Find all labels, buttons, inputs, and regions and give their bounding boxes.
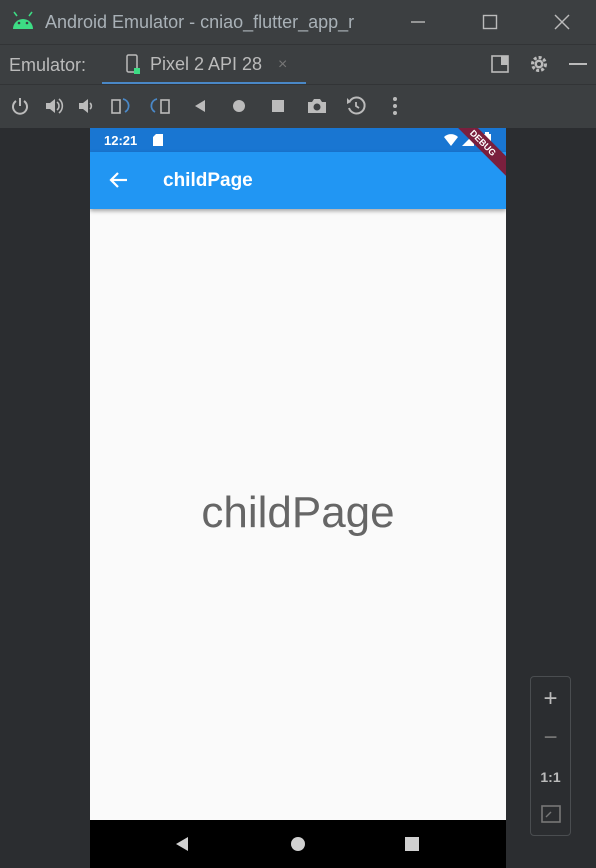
emulator-tab-bar: Emulator: Pixel 2 API 28 ×: [0, 44, 596, 85]
nav-overview-icon: [405, 837, 419, 851]
gear-icon[interactable]: [529, 54, 549, 74]
camera-icon: [308, 99, 326, 113]
nav-back-button[interactable]: [172, 834, 192, 854]
app-bar-title: childPage: [163, 170, 253, 191]
navigation-bar: [90, 820, 506, 868]
more-button[interactable]: [384, 95, 406, 117]
home-button[interactable]: [228, 95, 250, 117]
volume-up-icon: [46, 98, 64, 114]
close-icon: [554, 14, 570, 30]
minimize-button[interactable]: [400, 8, 436, 36]
nav-back-icon: [176, 837, 188, 851]
home-icon: [233, 100, 245, 112]
title-bar: Android Emulator - cniao_flutter_app_r: [0, 0, 596, 44]
zoom-panel: + − 1:1: [530, 676, 571, 836]
android-icon: [13, 11, 33, 29]
snapshot-icon: [347, 96, 366, 115]
minimize-icon: [411, 21, 425, 23]
volume-down-button[interactable]: [76, 95, 98, 117]
tab-pixel-2[interactable]: Pixel 2 API 28 ×: [102, 45, 306, 85]
screenshot-button[interactable]: [306, 95, 328, 117]
nav-home-button[interactable]: [288, 834, 308, 854]
device-screen[interactable]: 12:21 childPage DEBUG childPage: [90, 128, 506, 868]
rotate-left-button[interactable]: [110, 95, 132, 117]
tab-label: Pixel 2 API 28: [150, 54, 263, 74]
nav-overview-button[interactable]: [402, 834, 422, 854]
sd-card-icon: [153, 134, 163, 146]
app-bar: childPage: [90, 152, 506, 209]
fit-screen-icon[interactable]: [541, 805, 561, 823]
snapshot-button[interactable]: [345, 95, 367, 117]
hide-icon[interactable]: [568, 54, 588, 74]
power-icon: [12, 98, 28, 115]
device-icon: [126, 54, 140, 74]
nav-home-icon: [291, 837, 305, 851]
zoom-actual-size-button[interactable]: 1:1: [531, 769, 570, 785]
emulator-label: Emulator:: [9, 55, 87, 75]
maximize-icon: [482, 14, 498, 30]
tab-close-button[interactable]: ×: [278, 56, 287, 74]
status-bar: 12:21: [90, 128, 506, 152]
rotate-right-icon: [150, 98, 170, 114]
overview-button[interactable]: [267, 95, 289, 117]
volume-down-icon: [79, 99, 93, 113]
rotate-left-icon: [111, 98, 130, 114]
page-body-text: childPage: [201, 488, 395, 537]
overview-icon: [272, 100, 284, 112]
window-mode-icon[interactable]: [490, 54, 510, 74]
wifi-icon: [444, 134, 458, 146]
more-icon: [393, 97, 397, 115]
window-title: Android Emulator - cniao_flutter_app_r: [45, 12, 355, 32]
volume-up-button[interactable]: [43, 95, 65, 117]
back-button[interactable]: [189, 95, 211, 117]
maximize-button[interactable]: [472, 8, 508, 36]
zoom-in-button[interactable]: +: [531, 685, 570, 713]
close-button[interactable]: [544, 8, 580, 36]
emulator-toolbar: [0, 84, 596, 128]
rotate-right-button[interactable]: [149, 95, 171, 117]
status-time: 12:21: [104, 133, 138, 148]
back-icon: [195, 100, 205, 112]
power-button[interactable]: [9, 95, 31, 117]
zoom-out-button[interactable]: −: [531, 724, 570, 752]
back-arrow-icon[interactable]: [108, 169, 130, 191]
